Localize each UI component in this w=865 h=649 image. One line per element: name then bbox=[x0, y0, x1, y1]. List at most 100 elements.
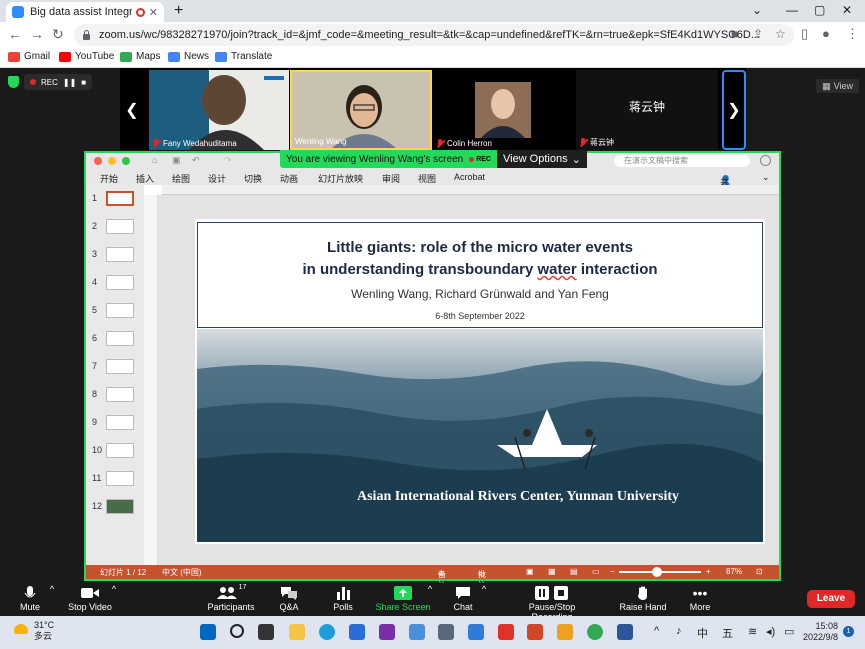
next-page-arrow-icon[interactable]: ❯ bbox=[722, 70, 746, 150]
bookmark-star-icon[interactable]: ☆ bbox=[775, 27, 786, 41]
slide-thumbnail[interactable]: 12 bbox=[88, 497, 142, 517]
pause-icon[interactable]: ❚❚ bbox=[63, 78, 76, 87]
onenote-icon[interactable] bbox=[379, 624, 395, 640]
slide-thumbnail[interactable]: 7 bbox=[88, 357, 142, 377]
zoom-out-icon[interactable]: − bbox=[610, 567, 615, 576]
calculator-icon[interactable] bbox=[468, 624, 484, 640]
more-button[interactable]: ••• More bbox=[660, 584, 740, 612]
task-view-icon[interactable] bbox=[258, 624, 274, 640]
recording-status[interactable]: REC ❚❚ ■ bbox=[24, 74, 93, 90]
video-options-chevron-icon[interactable]: ^ bbox=[74, 584, 154, 594]
profile-avatar-icon[interactable]: ● bbox=[822, 26, 830, 41]
slide-thumbnail[interactable]: 1 bbox=[88, 189, 142, 209]
ribbon-tab-draw[interactable]: 绘图 bbox=[172, 172, 190, 185]
back-button[interactable]: ← bbox=[8, 26, 22, 42]
share-icon[interactable]: ⇪ bbox=[753, 27, 763, 41]
ribbon-tab-animations[interactable]: 动画 bbox=[280, 172, 298, 185]
zoom-slider-knob[interactable] bbox=[652, 567, 662, 577]
leave-button[interactable]: Leave bbox=[807, 590, 855, 608]
participant-tile[interactable]: 蒋云钟 蒋云钟 bbox=[576, 70, 718, 150]
slide-thumbnail[interactable]: 5 bbox=[88, 301, 142, 321]
zoom-traffic-icon[interactable] bbox=[122, 157, 130, 165]
slide[interactable]: Little giants: role of the micro water e… bbox=[195, 219, 765, 544]
slide-thumbnail[interactable]: 4 bbox=[88, 273, 142, 293]
slideshow-view-icon[interactable]: ▭ bbox=[592, 567, 600, 576]
participant-tile[interactable]: Colin Herron bbox=[433, 70, 575, 150]
home-icon[interactable]: ⌂ bbox=[152, 155, 157, 165]
volume-icon[interactable]: ◂) bbox=[766, 625, 775, 638]
minimize-traffic-icon[interactable] bbox=[108, 157, 116, 165]
reload-button[interactable]: ↻ bbox=[52, 26, 64, 43]
wifi-icon[interactable]: ≋ bbox=[748, 625, 757, 638]
fit-slide-icon[interactable]: ⊡ bbox=[756, 567, 763, 576]
maximize-button[interactable]: ▢ bbox=[814, 3, 825, 17]
participant-tile[interactable]: Fany Wedahuditama bbox=[149, 70, 289, 150]
close-tab-icon[interactable]: ✕ bbox=[149, 6, 158, 19]
participant-tile-active-speaker[interactable]: Wenling Wang bbox=[290, 70, 432, 150]
slide-thumbnail[interactable]: 3 bbox=[88, 245, 142, 265]
account-icon[interactable] bbox=[760, 155, 771, 166]
ribbon-tab-insert[interactable]: 插入 bbox=[136, 172, 154, 185]
ribbon-tab-home[interactable]: 开始 bbox=[100, 172, 118, 185]
ribbon-tab-review[interactable]: 审阅 bbox=[382, 172, 400, 185]
ribbon-tab-acrobat[interactable]: Acrobat bbox=[454, 172, 485, 182]
slide-thumbnail[interactable]: 11 bbox=[88, 469, 142, 489]
zoom-in-icon[interactable]: + bbox=[706, 567, 711, 576]
new-tab-button[interactable]: + bbox=[174, 2, 183, 20]
collapse-ribbon-icon[interactable]: ⌄ bbox=[762, 172, 770, 183]
wps-icon[interactable] bbox=[498, 624, 514, 640]
zoom-level[interactable]: 87% bbox=[726, 567, 742, 576]
side-panel-icon[interactable]: ▯ bbox=[801, 26, 808, 42]
sorter-view-icon[interactable]: ▦ bbox=[548, 567, 556, 576]
edge-browser-icon[interactable] bbox=[319, 624, 335, 640]
close-window-button[interactable]: ✕ bbox=[842, 3, 852, 17]
bookmark-news[interactable]: News bbox=[168, 51, 209, 62]
bookmark-youtube[interactable]: YouTube bbox=[59, 51, 114, 62]
save-icon[interactable]: ▣ bbox=[172, 155, 181, 166]
tab-search-icon[interactable]: ⌄ bbox=[752, 3, 762, 17]
ribbon-tab-slideshow[interactable]: 幻灯片放映 bbox=[318, 172, 363, 185]
close-traffic-icon[interactable] bbox=[94, 157, 102, 165]
redo-icon[interactable]: ↷ bbox=[224, 155, 232, 166]
camera-icon[interactable]: ■ bbox=[731, 27, 738, 41]
slide-thumbnail[interactable]: 9 bbox=[88, 413, 142, 433]
normal-view-icon[interactable]: ▣ bbox=[526, 567, 534, 576]
slide-title-box[interactable]: Little giants: role of the micro water e… bbox=[197, 222, 763, 328]
language-indicator[interactable]: 中文 (中国) bbox=[162, 567, 202, 578]
slide-thumbnail[interactable]: 10 bbox=[88, 441, 142, 461]
search-icon[interactable] bbox=[230, 624, 244, 638]
omnibox[interactable]: zoom.us/wc/98328271970/join?track_id=&jm… bbox=[74, 24, 794, 46]
notification-badge[interactable]: 1 bbox=[843, 626, 854, 637]
tray-overflow-icon[interactable]: ^ bbox=[654, 625, 659, 637]
minimize-button[interactable]: — bbox=[786, 3, 798, 17]
view-button[interactable]: ▦ View bbox=[816, 79, 859, 93]
browser-tab[interactable]: Big data assist Integrated ✕ bbox=[6, 2, 164, 22]
word-icon[interactable] bbox=[617, 624, 633, 640]
start-menu-icon[interactable] bbox=[200, 624, 216, 640]
ribbon-tab-view[interactable]: 视图 bbox=[418, 172, 436, 185]
ppt-search-input[interactable]: 在演示文稿中搜索 bbox=[614, 155, 750, 167]
maps-app-icon[interactable] bbox=[409, 624, 425, 640]
weather-widget[interactable]: 31°C 多云 bbox=[14, 620, 54, 642]
mic-tray-icon[interactable]: ♪ bbox=[676, 625, 682, 637]
ime-input[interactable]: 五 bbox=[722, 625, 733, 641]
camera-app-icon[interactable] bbox=[438, 624, 454, 640]
view-options-button[interactable]: View Options ⌄ bbox=[496, 150, 587, 168]
ime-mode[interactable]: 中 bbox=[697, 625, 708, 641]
chrome-icon[interactable] bbox=[587, 624, 603, 640]
app-icon[interactable] bbox=[557, 624, 573, 640]
bookmark-maps[interactable]: Maps bbox=[120, 51, 160, 62]
slide-thumbnail[interactable]: 2 bbox=[88, 217, 142, 237]
ribbon-tab-transitions[interactable]: 切换 bbox=[244, 172, 262, 185]
encryption-shield-icon[interactable] bbox=[8, 76, 19, 88]
bookmark-translate[interactable]: Translate bbox=[215, 51, 272, 62]
reading-view-icon[interactable]: ▤ bbox=[570, 567, 578, 576]
ribbon-tab-design[interactable]: 设计 bbox=[208, 172, 226, 185]
file-explorer-icon[interactable] bbox=[289, 624, 305, 640]
prev-page-arrow-icon[interactable]: ❮ bbox=[120, 70, 144, 150]
bookmark-gmail[interactable]: Gmail bbox=[8, 51, 50, 62]
slide-thumbnail[interactable]: 6 bbox=[88, 329, 142, 349]
browser-menu-icon[interactable]: ⋮ bbox=[846, 26, 859, 42]
store-icon[interactable] bbox=[349, 624, 365, 640]
powerpoint-icon[interactable] bbox=[527, 624, 543, 640]
